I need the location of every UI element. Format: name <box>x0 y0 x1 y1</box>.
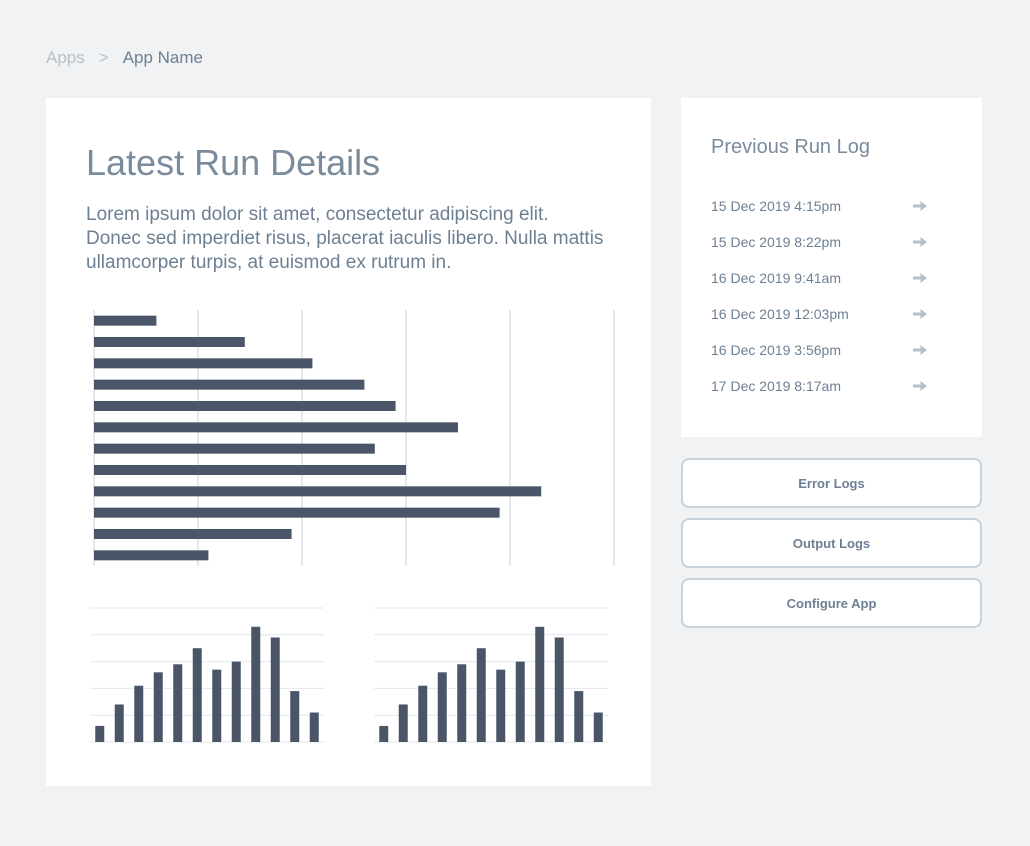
arrow-right-icon <box>913 273 927 283</box>
vertical-bar-chart-2 <box>374 607 608 743</box>
chart-bar <box>309 712 319 742</box>
page-title: Latest Run Details <box>86 142 381 183</box>
arrow-right-icon <box>913 309 927 319</box>
chart-bar <box>437 672 447 742</box>
run-log-date: 16 Dec 2019 9:41am <box>711 270 841 286</box>
chart-bar <box>94 550 209 561</box>
arrow-right-icon <box>913 381 927 391</box>
chart-bar <box>94 422 458 433</box>
chart-bar <box>134 685 144 742</box>
run-log-date: 15 Dec 2019 8:22pm <box>711 234 841 250</box>
run-log-date: 15 Dec 2019 4:15pm <box>711 198 841 214</box>
chart-bar <box>290 691 300 742</box>
chart-bar <box>593 712 603 742</box>
run-details-card: Latest Run Details Lorem ipsum dolor sit… <box>46 98 651 786</box>
breadcrumb-separator: > <box>98 48 109 67</box>
chart-bar <box>114 704 124 742</box>
chart-bar <box>94 315 157 326</box>
breadcrumb-apps-link[interactable]: Apps <box>46 48 85 68</box>
previous-run-log-title: Previous Run Log <box>711 136 870 158</box>
chart-bar <box>231 661 241 742</box>
run-description: Lorem ipsum dolor sit amet, consectetur … <box>86 204 604 273</box>
arrow-right-icon <box>913 237 927 247</box>
chart-bar <box>94 337 245 347</box>
chart-bar <box>94 358 313 369</box>
breadcrumb: Apps > App Name <box>46 48 203 68</box>
chart-bar <box>153 672 163 742</box>
error-logs-button[interactable]: Error Logs <box>681 458 982 508</box>
arrow-right-icon <box>913 201 927 211</box>
vertical-bar-chart-1 <box>90 607 324 743</box>
chart-bar <box>251 626 261 742</box>
chart-bar <box>554 637 564 742</box>
configure-app-button[interactable]: Configure App <box>681 578 982 628</box>
run-log-item[interactable]: 17 Dec 2019 8:17am <box>711 368 927 404</box>
run-log-item[interactable]: 16 Dec 2019 3:56pm <box>711 332 927 368</box>
chart-bar <box>94 443 375 454</box>
chart-bar <box>574 691 584 742</box>
chart-bar <box>270 637 280 742</box>
chart-bar <box>418 685 428 742</box>
arrow-right-icon <box>913 345 927 355</box>
chart-bar <box>398 704 408 742</box>
run-log-date: 17 Dec 2019 8:17am <box>711 378 841 394</box>
horizontal-bar-chart <box>93 310 615 566</box>
breadcrumb-current: App Name <box>122 48 204 67</box>
chart-bar <box>192 648 202 742</box>
chart-bar <box>94 401 396 411</box>
run-log-item[interactable]: 15 Dec 2019 8:22pm <box>711 224 927 260</box>
chart-bar <box>476 648 486 742</box>
run-log-item[interactable]: 15 Dec 2019 4:15pm <box>711 188 927 224</box>
chart-bar <box>535 626 545 742</box>
chart-bar <box>94 529 292 539</box>
chart-bar <box>94 507 500 518</box>
run-log-item[interactable]: 16 Dec 2019 9:41am <box>711 260 927 296</box>
chart-bar <box>173 664 183 742</box>
chart-bar <box>95 725 105 742</box>
chart-bar <box>457 664 467 742</box>
previous-run-log-card: Previous Run Log 15 Dec 2019 4:15pm 15 D… <box>681 98 982 437</box>
chart-bar <box>212 669 222 742</box>
run-log-item[interactable]: 16 Dec 2019 12:03pm <box>711 296 927 332</box>
chart-bar <box>94 465 406 475</box>
run-log-date: 16 Dec 2019 12:03pm <box>711 306 849 322</box>
chart-bar <box>515 661 525 742</box>
chart-bar <box>496 669 506 742</box>
output-logs-button[interactable]: Output Logs <box>681 518 982 568</box>
run-log-list: 15 Dec 2019 4:15pm 15 Dec 2019 8:22pm 16… <box>711 188 927 404</box>
chart-bar <box>94 379 365 390</box>
chart-bar <box>94 486 542 497</box>
chart-bar <box>379 725 389 742</box>
run-log-date: 16 Dec 2019 3:56pm <box>711 342 841 358</box>
